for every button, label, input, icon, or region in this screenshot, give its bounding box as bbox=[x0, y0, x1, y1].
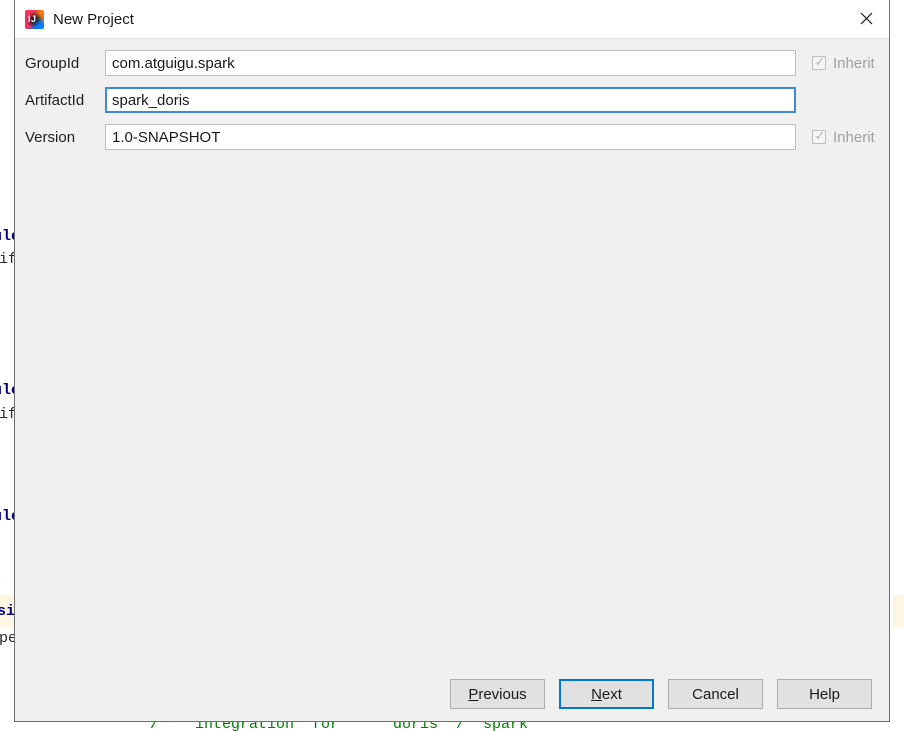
previous-button-label: revious bbox=[478, 685, 527, 703]
help-button[interactable]: Help bbox=[777, 679, 872, 709]
groupid-label: GroupId bbox=[25, 54, 80, 72]
dialog-button-bar: Previous Next Cancel Help bbox=[15, 667, 889, 721]
next-button-mnemonic: N bbox=[591, 685, 602, 703]
dialog-titlebar: IJ New Project bbox=[15, 0, 889, 39]
help-button-label: Help bbox=[809, 685, 840, 703]
artifactid-input[interactable] bbox=[105, 87, 796, 113]
background-right-highlight bbox=[893, 595, 904, 627]
dialog-title: New Project bbox=[53, 10, 134, 28]
cancel-button[interactable]: Cancel bbox=[668, 679, 763, 709]
version-input[interactable] bbox=[105, 124, 796, 150]
intellij-idea-icon-letters: IJ bbox=[28, 13, 37, 24]
form-row-version: Version ✓ Inherit bbox=[15, 124, 889, 150]
version-inherit-checkbox[interactable]: ✓ bbox=[812, 128, 826, 144]
groupid-inherit-checkbox[interactable]: ✓ bbox=[812, 54, 826, 70]
version-inherit-label: Inherit bbox=[833, 128, 875, 146]
background-code-line: "/" bbox=[0, 575, 1, 592]
groupid-inherit-label: Inherit bbox=[833, 54, 875, 72]
previous-button-mnemonic: P bbox=[468, 685, 479, 703]
version-label: Version bbox=[25, 128, 76, 146]
check-icon: ✓ bbox=[814, 54, 826, 69]
previous-button[interactable]: Previous bbox=[450, 679, 545, 709]
groupid-inherit-group[interactable]: ✓ Inherit bbox=[812, 55, 875, 72]
next-button[interactable]: Next bbox=[559, 679, 654, 709]
form-row-artifactid: ArtifactId bbox=[15, 87, 889, 113]
groupid-input[interactable] bbox=[105, 50, 796, 76]
cancel-button-label: Cancel bbox=[692, 685, 739, 703]
close-icon-glyph bbox=[860, 12, 872, 25]
check-icon: ✓ bbox=[814, 128, 826, 143]
intellij-idea-icon: IJ bbox=[25, 9, 44, 29]
screen: moduleartifactmoduleartifactmodule"/"ver… bbox=[0, 0, 904, 731]
artifactid-label: ArtifactId bbox=[25, 91, 85, 109]
version-inherit-group[interactable]: ✓ Inherit bbox=[812, 129, 875, 146]
close-icon[interactable] bbox=[843, 0, 889, 37]
next-button-label: ext bbox=[601, 685, 622, 703]
form-row-groupid: GroupId ✓ Inherit bbox=[15, 50, 889, 76]
new-project-dialog: IJ New Project GroupId ✓ Inherit bbox=[14, 0, 890, 722]
dialog-content: GroupId ✓ Inherit ArtifactId Version bbox=[15, 39, 889, 667]
